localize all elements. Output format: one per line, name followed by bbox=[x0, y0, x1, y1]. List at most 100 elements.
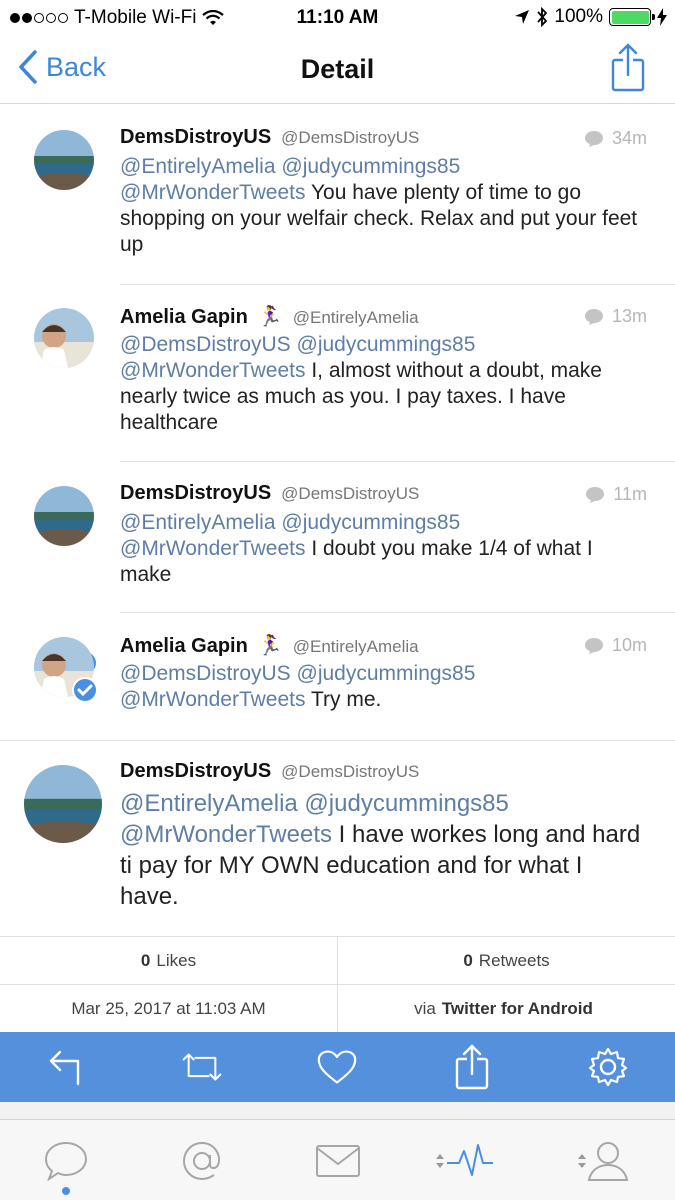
charging-bolt-icon bbox=[657, 8, 667, 26]
mention-link[interactable]: @MrWonderTweets bbox=[120, 821, 332, 848]
tweet-timestamp: 11m bbox=[613, 484, 647, 504]
tweet-author-name: Amelia Gapin bbox=[120, 306, 248, 328]
battery-percent: 100% bbox=[554, 6, 603, 27]
tweet-action-bar bbox=[0, 1032, 675, 1102]
tweet-text: @DemsDistroyUS @judycummings85 @MrWonder… bbox=[120, 661, 647, 713]
via-prefix: via bbox=[414, 999, 436, 1018]
tab-timeline[interactable] bbox=[36, 1136, 96, 1186]
tweet-author-name: DemsDistroyUS bbox=[120, 126, 272, 148]
tweet-text: @DemsDistroyUS @judycummings85 @MrWonder… bbox=[120, 332, 647, 436]
tweet-source: via Twitter for Android bbox=[338, 985, 675, 1033]
mention-link[interactable]: @MrWonderTweets bbox=[120, 688, 305, 711]
verified-badge-icon bbox=[72, 677, 98, 703]
activity-icon bbox=[447, 1144, 493, 1176]
divider bbox=[120, 612, 675, 613]
bluetooth-icon bbox=[537, 7, 548, 27]
retweets-count[interactable]: 0 Retweets bbox=[338, 937, 675, 985]
tweet-timestamp: 34m bbox=[611, 128, 647, 148]
runner-emoji: 🏃‍♀️ bbox=[257, 306, 283, 328]
tweet-timestamp: 10m bbox=[611, 635, 647, 655]
share-button[interactable] bbox=[452, 1044, 492, 1090]
navigation-bar: Back Detail bbox=[0, 36, 675, 104]
mention-link[interactable]: @judycummings85 bbox=[304, 790, 508, 817]
heart-icon bbox=[317, 1050, 357, 1084]
location-arrow-icon bbox=[515, 10, 530, 24]
mention-link[interactable]: @EntirelyAmelia bbox=[120, 511, 276, 534]
mention-link[interactable]: @DemsDistroyUS bbox=[120, 333, 291, 356]
active-tab-indicator bbox=[62, 1187, 70, 1195]
retweets-label: Retweets bbox=[478, 950, 550, 970]
tab-bar bbox=[0, 1120, 675, 1200]
sort-arrows-icon bbox=[578, 1154, 586, 1168]
tweet-author-handle: @EntirelyAmelia bbox=[292, 308, 419, 327]
divider bbox=[120, 284, 675, 285]
tweet-date: Mar 25, 2017 at 11:03 AM bbox=[0, 985, 337, 1033]
tweet-author-name: DemsDistroyUS bbox=[120, 482, 272, 504]
chat-bubble-icon bbox=[586, 486, 605, 503]
mention-link[interactable]: @MrWonderTweets bbox=[120, 181, 305, 204]
divider bbox=[120, 461, 675, 462]
share-icon bbox=[455, 1044, 489, 1090]
likes-number: 0 bbox=[140, 950, 151, 970]
at-sign-icon bbox=[182, 1141, 220, 1181]
mention-link[interactable]: @DemsDistroyUS bbox=[120, 662, 291, 685]
tweet-message: Try me. bbox=[310, 688, 382, 711]
profile-icon bbox=[587, 1142, 629, 1181]
tweet-author-name: Amelia Gapin bbox=[120, 635, 248, 657]
settings-button[interactable] bbox=[588, 1047, 628, 1087]
tab-profile[interactable] bbox=[568, 1136, 638, 1186]
battery-icon bbox=[609, 8, 655, 26]
tab-activity[interactable] bbox=[430, 1136, 500, 1186]
avatar[interactable] bbox=[34, 308, 94, 368]
tweet-reply[interactable]: DemsDistroyUS @DemsDistroyUS 34m @Entire… bbox=[0, 126, 675, 284]
chat-bubble-icon bbox=[584, 637, 603, 654]
source-app: Twitter for Android bbox=[441, 999, 593, 1018]
status-bar: T-Mobile Wi-Fi 11:10 AM 100% bbox=[0, 0, 675, 36]
avatar[interactable] bbox=[34, 130, 94, 190]
tab-messages[interactable] bbox=[308, 1136, 368, 1186]
tweet-author-handle: @EntirelyAmelia bbox=[292, 637, 419, 656]
tweet-text: @EntirelyAmelia @judycummings85 @MrWonde… bbox=[120, 510, 647, 588]
share-icon[interactable] bbox=[611, 42, 645, 92]
runner-emoji: 🏃‍♀️ bbox=[257, 635, 283, 657]
retweet-icon bbox=[182, 1053, 222, 1081]
mention-link[interactable]: @EntirelyAmelia bbox=[120, 155, 276, 178]
tweet-text: @EntirelyAmelia @judycummings85 @MrWonde… bbox=[120, 788, 647, 912]
chat-bubble-icon bbox=[44, 1141, 88, 1181]
retweets-number: 0 bbox=[463, 950, 473, 970]
avatar[interactable] bbox=[24, 765, 102, 843]
mention-link[interactable]: @MrWonderTweets bbox=[120, 537, 305, 560]
like-button[interactable] bbox=[317, 1047, 357, 1087]
reply-button[interactable] bbox=[46, 1047, 86, 1087]
tweet-author-name: DemsDistroyUS bbox=[120, 760, 272, 782]
section-spacer bbox=[0, 1102, 675, 1120]
sort-arrows-icon bbox=[436, 1154, 444, 1168]
tweet-reply[interactable]: Amelia Gapin 🏃‍♀️ @EntirelyAmelia 13m @D… bbox=[0, 304, 675, 676]
tweet-text: @EntirelyAmelia @judycummings85 @MrWonde… bbox=[120, 154, 647, 258]
avatar[interactable] bbox=[34, 486, 94, 546]
mention-link[interactable]: @judycummings85 bbox=[281, 511, 460, 534]
tweet-author-handle: @DemsDistroyUS bbox=[281, 484, 420, 503]
tweet-timestamp: 13m bbox=[611, 306, 647, 326]
mention-link[interactable]: @judycummings85 bbox=[297, 662, 476, 685]
chat-bubble-icon bbox=[584, 308, 603, 325]
envelope-icon bbox=[316, 1145, 360, 1177]
page-title: Detail bbox=[300, 54, 375, 84]
tweet-stats: 0 Likes 0 Retweets Mar 25, 2017 at 11:03… bbox=[0, 936, 675, 1033]
mention-link[interactable]: @EntirelyAmelia bbox=[120, 790, 298, 817]
main-tweet: DemsDistroyUS @DemsDistroyUS @EntirelyAm… bbox=[0, 760, 675, 936]
reply-icon bbox=[49, 1050, 80, 1086]
tweet-date-text: Mar 25, 2017 at 11:03 AM bbox=[71, 999, 266, 1018]
retweet-button[interactable] bbox=[182, 1047, 222, 1087]
tweet-reply[interactable]: Amelia Gapin 🏃‍♀️ @EntirelyAmelia 10m @D… bbox=[0, 633, 675, 739]
tweet-author-handle: @DemsDistroyUS bbox=[281, 762, 420, 781]
tab-mentions[interactable] bbox=[172, 1136, 232, 1186]
likes-label: Likes bbox=[156, 950, 197, 970]
divider bbox=[0, 740, 675, 741]
mention-link[interactable]: @judycummings85 bbox=[297, 333, 476, 356]
tweet-reply[interactable]: DemsDistroyUS @DemsDistroyUS 11m @Entire… bbox=[0, 482, 675, 612]
tweet-author-handle: @DemsDistroyUS bbox=[281, 128, 420, 147]
likes-count[interactable]: 0 Likes bbox=[0, 937, 337, 985]
mention-link[interactable]: @judycummings85 bbox=[281, 155, 460, 178]
mention-link[interactable]: @MrWonderTweets bbox=[120, 359, 305, 382]
